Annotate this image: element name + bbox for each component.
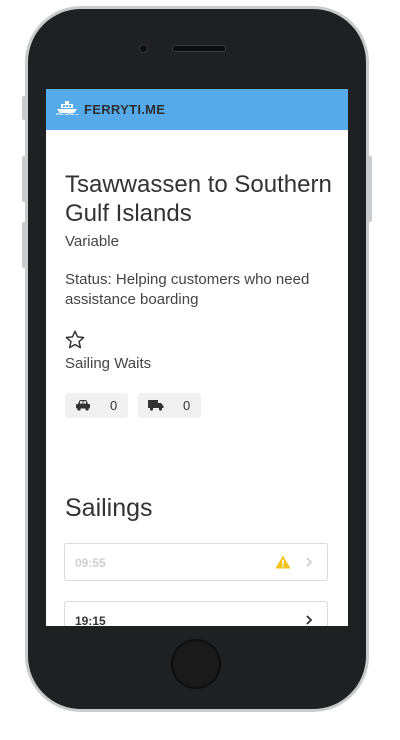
sailing-waits-label: Sailing Waits: [65, 355, 152, 372]
route-title: Tsawwassen to Southern Gulf Islands: [65, 171, 332, 227]
app-header: FERRYTI.ME: [46, 89, 348, 130]
sailing-row[interactable]: 09:55: [64, 543, 328, 581]
sailing-row[interactable]: 19:15: [64, 601, 328, 626]
car-wait-count: 0: [110, 398, 118, 413]
car-wait-chip: 0: [65, 393, 128, 418]
truck-wait-count: 0: [183, 398, 191, 413]
warning-icon: [275, 555, 291, 569]
route-status: Status: Helping customers who need assis…: [65, 271, 310, 308]
front-camera: [139, 44, 148, 53]
car-icon: [76, 400, 90, 411]
sailings-title: Sailings: [65, 494, 153, 522]
volume-up-button: [22, 156, 26, 202]
sailing-time: 19:15: [75, 614, 106, 626]
app-screen: FERRYTI.ME Tsawwassen to Southern Gulf I…: [46, 89, 348, 626]
brand-title[interactable]: FERRYTI.ME: [84, 102, 165, 117]
route-subtitle: Variable: [65, 233, 119, 250]
sailing-time: 09:55: [75, 556, 106, 570]
chevron-right-icon: [306, 615, 313, 625]
volume-down-button: [22, 222, 26, 268]
ferry-icon: [56, 101, 78, 115]
power-button: [368, 156, 372, 222]
mute-switch: [22, 96, 26, 120]
truck-wait-chip: 0: [138, 393, 201, 418]
star-outline-icon[interactable]: [64, 329, 86, 351]
truck-icon: [148, 400, 164, 411]
earpiece-speaker: [172, 45, 226, 52]
home-button[interactable]: [171, 639, 221, 689]
chevron-right-icon: [306, 557, 313, 567]
